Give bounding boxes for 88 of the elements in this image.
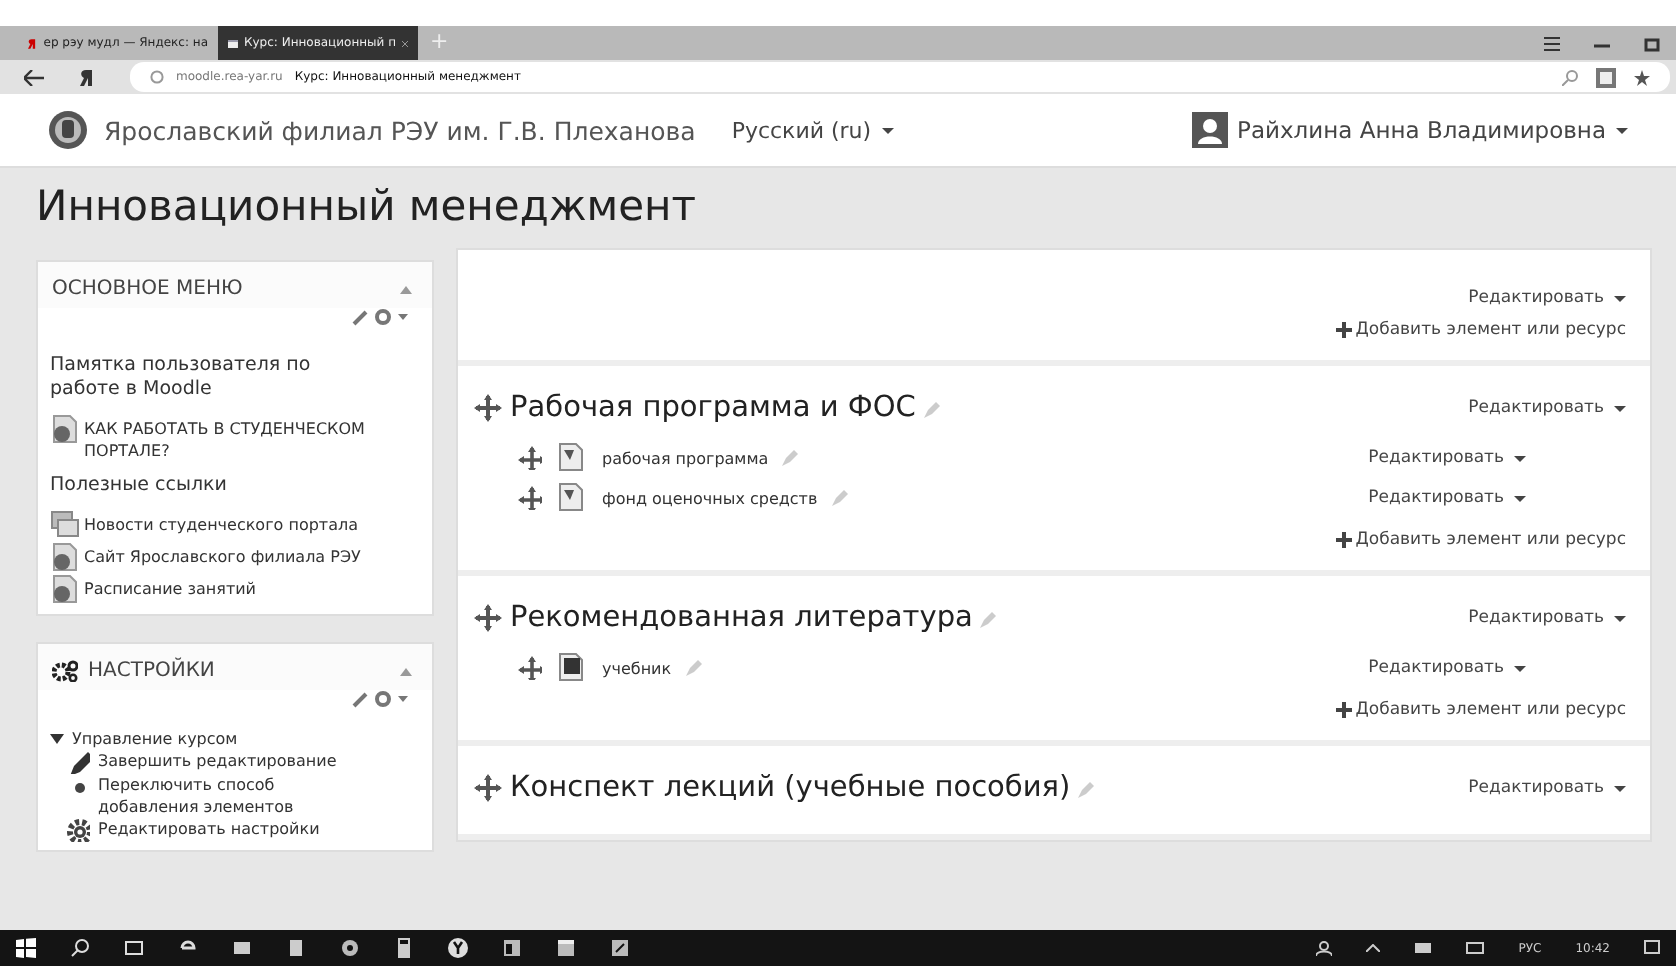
pencil-icon <box>66 750 90 774</box>
close-icon <box>402 37 408 49</box>
gear-icon[interactable] <box>374 308 392 326</box>
edit-menu[interactable]: Редактировать <box>1468 608 1626 628</box>
add-resource-link[interactable]: Добавить элемент или ресурс <box>1335 530 1626 550</box>
language-menu[interactable]: Русский (ru) <box>731 117 894 143</box>
tree-item[interactable]: Завершить редактирование <box>98 750 337 772</box>
yandex-icon <box>28 33 38 53</box>
network-icon[interactable] <box>1466 941 1485 955</box>
course-title: Инновационный менеджмент <box>36 180 698 232</box>
menu-link[interactable]: КАК РАБОТАТЬ В СТУДЕНЧЕСКОМ ПОРТАЛЕ? <box>84 414 428 462</box>
collapse-icon[interactable] <box>400 285 412 293</box>
section-title: Рабочая программа и ФОС <box>510 392 916 424</box>
document-icon <box>556 442 588 474</box>
menu-link[interactable]: Новости студенческого портала <box>84 510 358 536</box>
caret-icon <box>1614 615 1626 621</box>
folder-icon[interactable] <box>232 938 252 958</box>
collapse-icon[interactable] <box>400 667 412 675</box>
page-icon <box>228 35 238 51</box>
edit-menu[interactable]: Редактировать <box>1468 288 1626 308</box>
window-icon[interactable] <box>502 938 522 958</box>
book-icon <box>556 652 588 684</box>
edit-menu[interactable]: Редактировать <box>1468 778 1626 798</box>
document-icon <box>50 414 80 444</box>
block-title: ОСНОВНОЕ МЕНЮ <box>52 278 245 300</box>
battery-icon[interactable] <box>1414 942 1433 954</box>
task-view-icon[interactable] <box>124 938 144 958</box>
caret-icon <box>1514 455 1526 461</box>
window-icon[interactable] <box>610 938 630 958</box>
caret-icon <box>1616 127 1628 133</box>
menu-heading: Полезные ссылки <box>50 474 229 498</box>
yandex-icon[interactable] <box>80 68 94 86</box>
edit-menu[interactable]: Редактировать <box>1368 658 1526 678</box>
caret-icon <box>1514 495 1526 501</box>
chat-icon <box>50 510 80 540</box>
menu-icon[interactable] <box>1544 35 1560 51</box>
tree-item[interactable]: Редактировать настройки <box>98 818 320 840</box>
yandex-browser-icon[interactable] <box>448 938 468 958</box>
star-icon[interactable] <box>1634 69 1650 85</box>
emblem-icon <box>48 110 88 150</box>
audio-icon[interactable] <box>340 938 360 958</box>
plus-icon <box>1335 702 1352 718</box>
notepad-icon[interactable] <box>286 938 306 958</box>
plus-icon <box>1335 532 1352 548</box>
block-title: НАСТРОЙКИ <box>88 660 217 682</box>
edit-menu[interactable]: Редактировать <box>1368 488 1526 508</box>
chevron-up-icon[interactable] <box>1366 944 1381 952</box>
site-name[interactable]: Ярославский филиал РЭУ им. Г.В. Плеханова <box>104 115 696 145</box>
plus-icon <box>1335 322 1352 338</box>
menu-link[interactable]: Расписание занятий <box>84 574 257 600</box>
gear-icon <box>66 818 90 842</box>
caret-icon <box>881 127 894 133</box>
notification-icon[interactable] <box>1644 940 1660 956</box>
tree-item[interactable]: Управление курсом <box>72 728 238 750</box>
calculator-icon[interactable] <box>394 938 414 958</box>
menu-heading: Памятка пользователя по работе в Moodle <box>50 354 313 402</box>
gear-icon[interactable] <box>374 690 392 708</box>
reader-icon[interactable] <box>1596 67 1616 87</box>
caret-icon <box>1614 785 1626 791</box>
menu-link[interactable]: Сайт Ярославского филиала РЭУ <box>84 542 361 568</box>
back-icon[interactable] <box>24 69 44 85</box>
window-icon[interactable] <box>556 938 576 958</box>
section-title: Рекомендованная литература <box>510 602 973 634</box>
user-menu[interactable]: Райхлина Анна Владимировна <box>1191 112 1628 148</box>
edit-menu[interactable]: Редактировать <box>1468 398 1626 418</box>
activity-link[interactable]: учебник <box>602 659 672 677</box>
add-resource-link[interactable]: Добавить элемент или ресурс <box>1335 700 1626 720</box>
avatar-icon <box>1191 112 1228 148</box>
gears-icon <box>52 660 78 682</box>
tree-item[interactable]: Переключить способ добавления элементов <box>98 774 372 818</box>
caret-icon <box>1614 405 1626 411</box>
caret-icon[interactable] <box>398 314 408 320</box>
activity-link[interactable]: рабочая программа <box>602 449 769 467</box>
person-icon[interactable] <box>1316 940 1333 956</box>
start-icon[interactable] <box>16 938 36 958</box>
restore-icon[interactable] <box>1644 35 1660 51</box>
section-title: Конспект лекций (учебные пособия) <box>510 772 1071 804</box>
caret-icon[interactable] <box>398 696 408 702</box>
document-icon <box>556 482 588 514</box>
activity-link[interactable]: фонд оценочных средств <box>602 489 818 507</box>
add-resource-link[interactable]: Добавить элемент или ресурс <box>1335 320 1626 340</box>
document-icon <box>50 574 80 604</box>
caret-icon <box>1614 295 1626 301</box>
caret-icon <box>1514 665 1526 671</box>
document-icon <box>50 542 80 572</box>
edit-menu[interactable]: Редактировать <box>1368 448 1526 468</box>
expand-arrow-icon[interactable] <box>50 734 64 744</box>
search-icon[interactable] <box>70 938 90 958</box>
